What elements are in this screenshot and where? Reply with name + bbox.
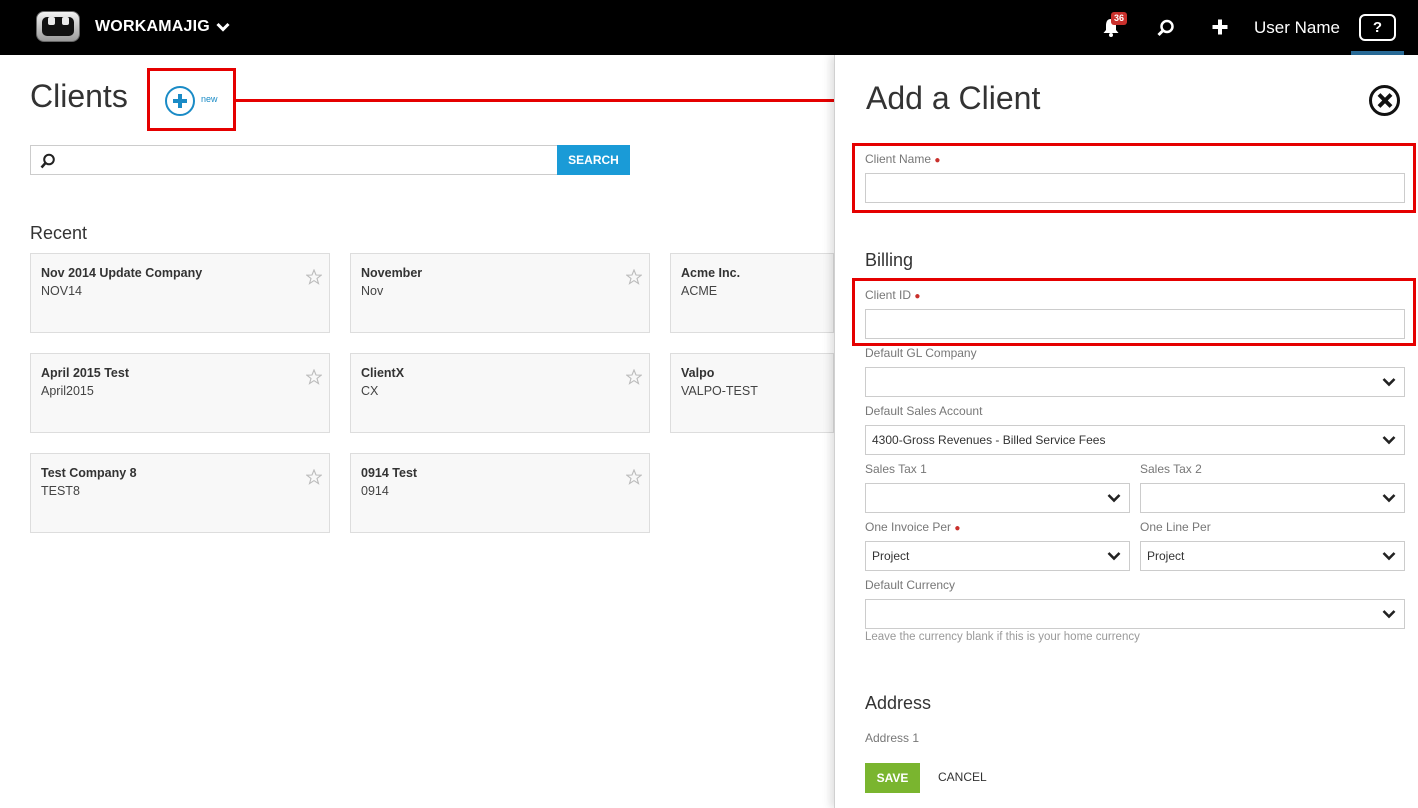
annotation-highlight-client-name: [852, 143, 1416, 213]
chevron-down-icon: [1382, 610, 1396, 619]
recent-client-card[interactable]: April 2015 Test April2015: [30, 353, 330, 433]
client-name: 0914 Test: [361, 466, 418, 480]
chevron-down-icon: [1382, 436, 1396, 445]
client-name: ClientX: [361, 366, 405, 380]
client-code: 0914: [361, 484, 389, 498]
chevron-down-icon: [1382, 378, 1396, 387]
default-sales-account-label: Default Sales Account: [865, 404, 983, 418]
one-line-per-select[interactable]: Project: [1140, 541, 1405, 571]
client-name: Nov 2014 Update Company: [41, 266, 203, 280]
chevron-down-icon: [1382, 494, 1396, 503]
logo-robot-icon[interactable]: [36, 11, 80, 42]
notification-count-badge: 36: [1111, 12, 1128, 25]
save-button[interactable]: SAVE: [865, 763, 920, 793]
default-sales-account-select[interactable]: 4300-Gross Revenues - Billed Service Fee…: [865, 425, 1405, 455]
sales-tax-2-label: Sales Tax 2: [1140, 462, 1202, 476]
sales-tax-1-label: Sales Tax 1: [865, 462, 927, 476]
client-name: November: [361, 266, 423, 280]
client-search-box: [30, 145, 558, 175]
user-name-menu[interactable]: User Name: [1254, 18, 1340, 38]
one-invoice-per-label: One Invoice Per ●: [865, 520, 960, 534]
selected-value: Project: [1147, 549, 1185, 563]
plus-icon[interactable]: [1212, 19, 1228, 35]
star-icon[interactable]: [626, 269, 642, 285]
address-section-title: Address: [865, 693, 932, 713]
currency-help-text: Leave the currency blank if this is your…: [865, 631, 1140, 643]
search-icon[interactable]: [1157, 19, 1175, 37]
recent-client-card[interactable]: Acme Inc. ACME: [670, 253, 834, 333]
brand-menu[interactable]: WORKAMAJIG: [95, 18, 230, 36]
star-icon[interactable]: [626, 369, 642, 385]
chevron-down-icon: [216, 22, 230, 32]
client-name: April 2015 Test: [41, 366, 130, 380]
star-icon[interactable]: [306, 469, 322, 485]
panel-title: Add a Client: [866, 80, 1041, 116]
recent-client-card[interactable]: ClientX CX: [350, 353, 650, 433]
one-invoice-per-select[interactable]: Project: [865, 541, 1130, 571]
close-icon[interactable]: [1369, 85, 1400, 116]
required-indicator: ●: [954, 523, 961, 534]
chevron-down-icon: [1107, 552, 1121, 561]
recent-client-card[interactable]: Nov 2014 Update Company NOV14: [30, 253, 330, 333]
client-search-input[interactable]: [61, 146, 551, 174]
help-icon[interactable]: ?: [1359, 14, 1396, 41]
client-code: April2015: [41, 384, 94, 398]
annotation-highlight-client-id: [852, 278, 1416, 346]
chevron-down-icon: [1107, 494, 1121, 503]
cancel-button[interactable]: CANCEL: [938, 770, 987, 784]
default-gl-company-select[interactable]: [865, 367, 1405, 397]
recent-client-card[interactable]: November Nov: [350, 253, 650, 333]
selected-value: 4300-Gross Revenues - Billed Service Fee…: [872, 433, 1106, 447]
brand-label: WORKAMAJIG: [95, 18, 210, 35]
one-invoice-per-label-text: One Invoice Per: [865, 520, 952, 534]
client-name: Test Company 8: [41, 466, 137, 480]
annotation-arrow: [236, 99, 840, 102]
client-code: VALPO-TEST: [681, 384, 758, 398]
star-icon[interactable]: [306, 369, 322, 385]
client-code: ACME: [681, 284, 718, 298]
star-icon[interactable]: [626, 469, 642, 485]
recent-section-title: Recent: [30, 223, 88, 243]
client-name: Valpo: [681, 366, 715, 380]
recent-client-card[interactable]: Test Company 8 TEST8: [30, 453, 330, 533]
address-1-label: Address 1: [865, 731, 920, 745]
client-code: CX: [361, 384, 379, 398]
sales-tax-1-select[interactable]: [865, 483, 1130, 513]
star-icon[interactable]: [306, 269, 322, 285]
client-code: TEST8: [41, 484, 80, 498]
recent-client-card[interactable]: 0914 Test 0914: [350, 453, 650, 533]
default-currency-select[interactable]: [865, 599, 1405, 629]
selected-value: Project: [872, 549, 910, 563]
default-currency-label: Default Currency: [865, 578, 956, 592]
page-title: Clients: [30, 78, 128, 114]
sales-tax-2-select[interactable]: [1140, 483, 1405, 513]
top-navigation-bar: WORKAMAJIG 36 User Name ?: [0, 0, 1418, 55]
annotation-highlight-new: [147, 68, 236, 131]
billing-section-title: Billing: [865, 250, 914, 270]
search-button[interactable]: SEARCH: [557, 145, 630, 175]
client-code: Nov: [361, 284, 384, 298]
search-icon: [40, 153, 55, 169]
default-gl-company-label: Default GL Company: [865, 346, 977, 360]
recent-client-card[interactable]: Valpo VALPO-TEST: [670, 353, 834, 433]
client-code: NOV14: [41, 284, 82, 298]
chevron-down-icon: [1382, 552, 1396, 561]
client-name: Acme Inc.: [681, 266, 741, 280]
one-line-per-label: One Line Per: [1140, 520, 1211, 534]
